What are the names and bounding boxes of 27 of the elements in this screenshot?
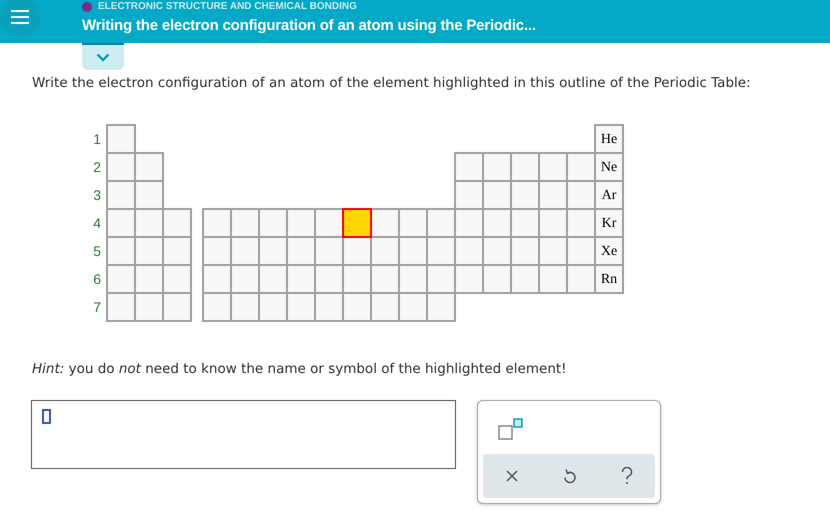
element-cell: Xe — [595, 237, 623, 266]
menu-icon — [10, 9, 30, 25]
hint-text: Hint: you do not need to know the name or symbol of the highlighted element! — [32, 360, 568, 380]
period-number: 3 — [92, 186, 102, 206]
undo-icon — [562, 468, 576, 484]
period-number: 5 — [92, 242, 102, 262]
element-cell: Rn — [595, 265, 623, 294]
period-number: 6 — [92, 270, 102, 290]
text-cursor — [42, 408, 51, 424]
element-cell: He — [595, 125, 623, 154]
expand-button[interactable] — [82, 43, 124, 70]
question-text: Write the electron configuration of an atom of the element highlighted in this outline of the Periodic Table: — [32, 74, 752, 93]
period-number: 2 — [92, 158, 102, 178]
close-icon — [506, 470, 518, 482]
chevron-down-icon — [96, 53, 110, 62]
period-number: 7 — [92, 298, 102, 318]
help-icon — [620, 466, 632, 484]
answer-field[interactable] — [31, 400, 456, 468]
lesson-title: Writing the electron configuration of an atom using the Periodic... — [82, 16, 536, 36]
period-number: 1 — [92, 130, 102, 150]
element-cell: Ne — [595, 153, 623, 182]
superscript-icon — [498, 418, 524, 440]
menu-button[interactable] — [0, 0, 40, 37]
period-number: 4 — [92, 214, 102, 234]
category-label: ELECTRONIC STRUCTURE AND CHEMICAL BONDING — [98, 2, 357, 12]
element-cell: Kr — [595, 209, 623, 238]
element-cell: Ar — [595, 181, 623, 210]
